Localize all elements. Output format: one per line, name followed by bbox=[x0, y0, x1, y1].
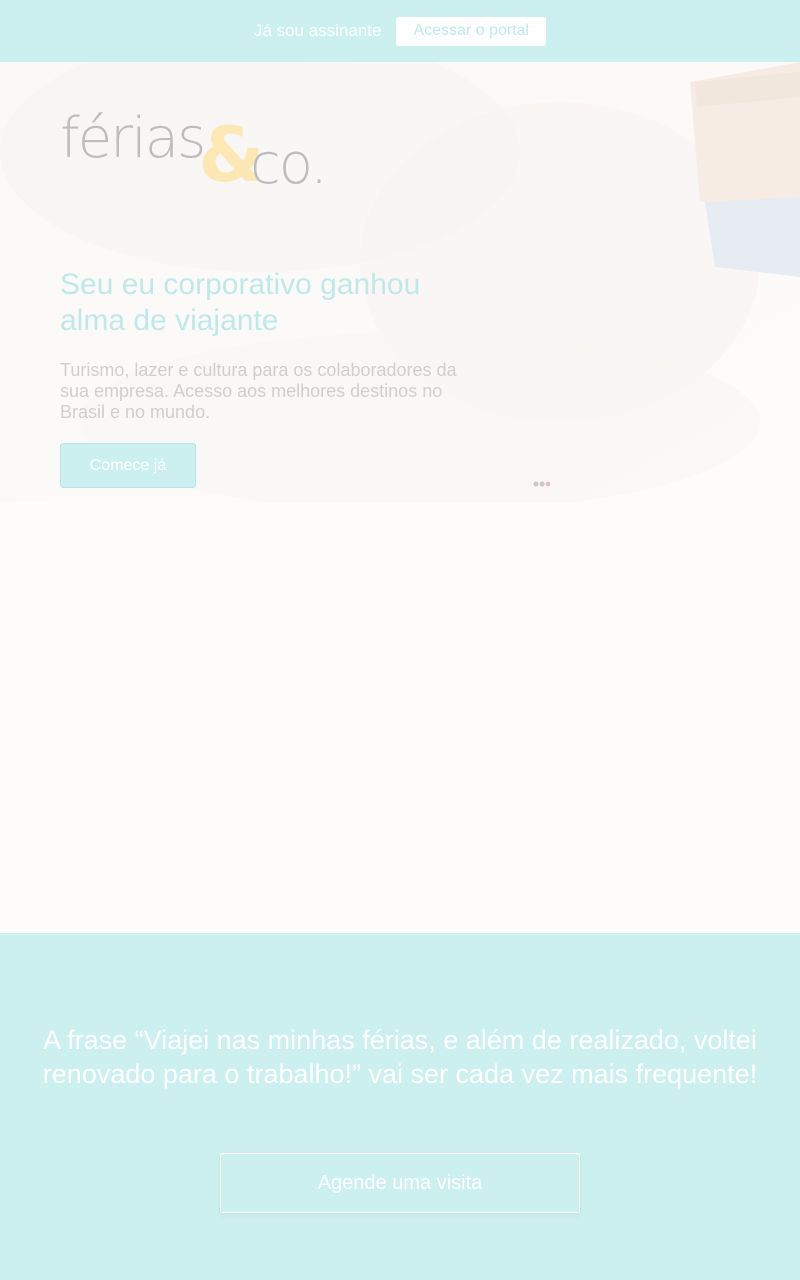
logo-co: co. bbox=[250, 132, 328, 197]
carousel-dot bbox=[545, 481, 551, 487]
access-portal-button[interactable]: Acessar o portal bbox=[396, 16, 547, 46]
subscriber-label: Já sou assinante bbox=[253, 21, 382, 40]
logo-word: férias bbox=[60, 106, 206, 171]
carousel-dot bbox=[539, 481, 545, 487]
carousel-dot bbox=[533, 481, 539, 487]
hero-section: férias & co. Seu eu corporativo ganhou a… bbox=[0, 62, 800, 933]
cta-text: A frase “Viajei nas minhas férias, e alé… bbox=[42, 1025, 758, 1089]
hero-title: Seu eu corporativo ganhou alma de viajan… bbox=[60, 268, 421, 337]
top-bar: Já sou assinante Acessar o portal bbox=[0, 0, 800, 62]
cta-section: A frase “Viajei nas minhas férias, e alé… bbox=[0, 933, 800, 1280]
hero-description: Turismo, lazer e cultura para os colabor… bbox=[60, 360, 457, 422]
ferias-and-co-logo[interactable]: férias & co. bbox=[60, 102, 330, 202]
carousel-dots[interactable] bbox=[532, 480, 552, 488]
start-now-button[interactable]: Comece já bbox=[60, 443, 196, 488]
schedule-visit-button[interactable]: Agende uma visita bbox=[220, 1153, 580, 1213]
